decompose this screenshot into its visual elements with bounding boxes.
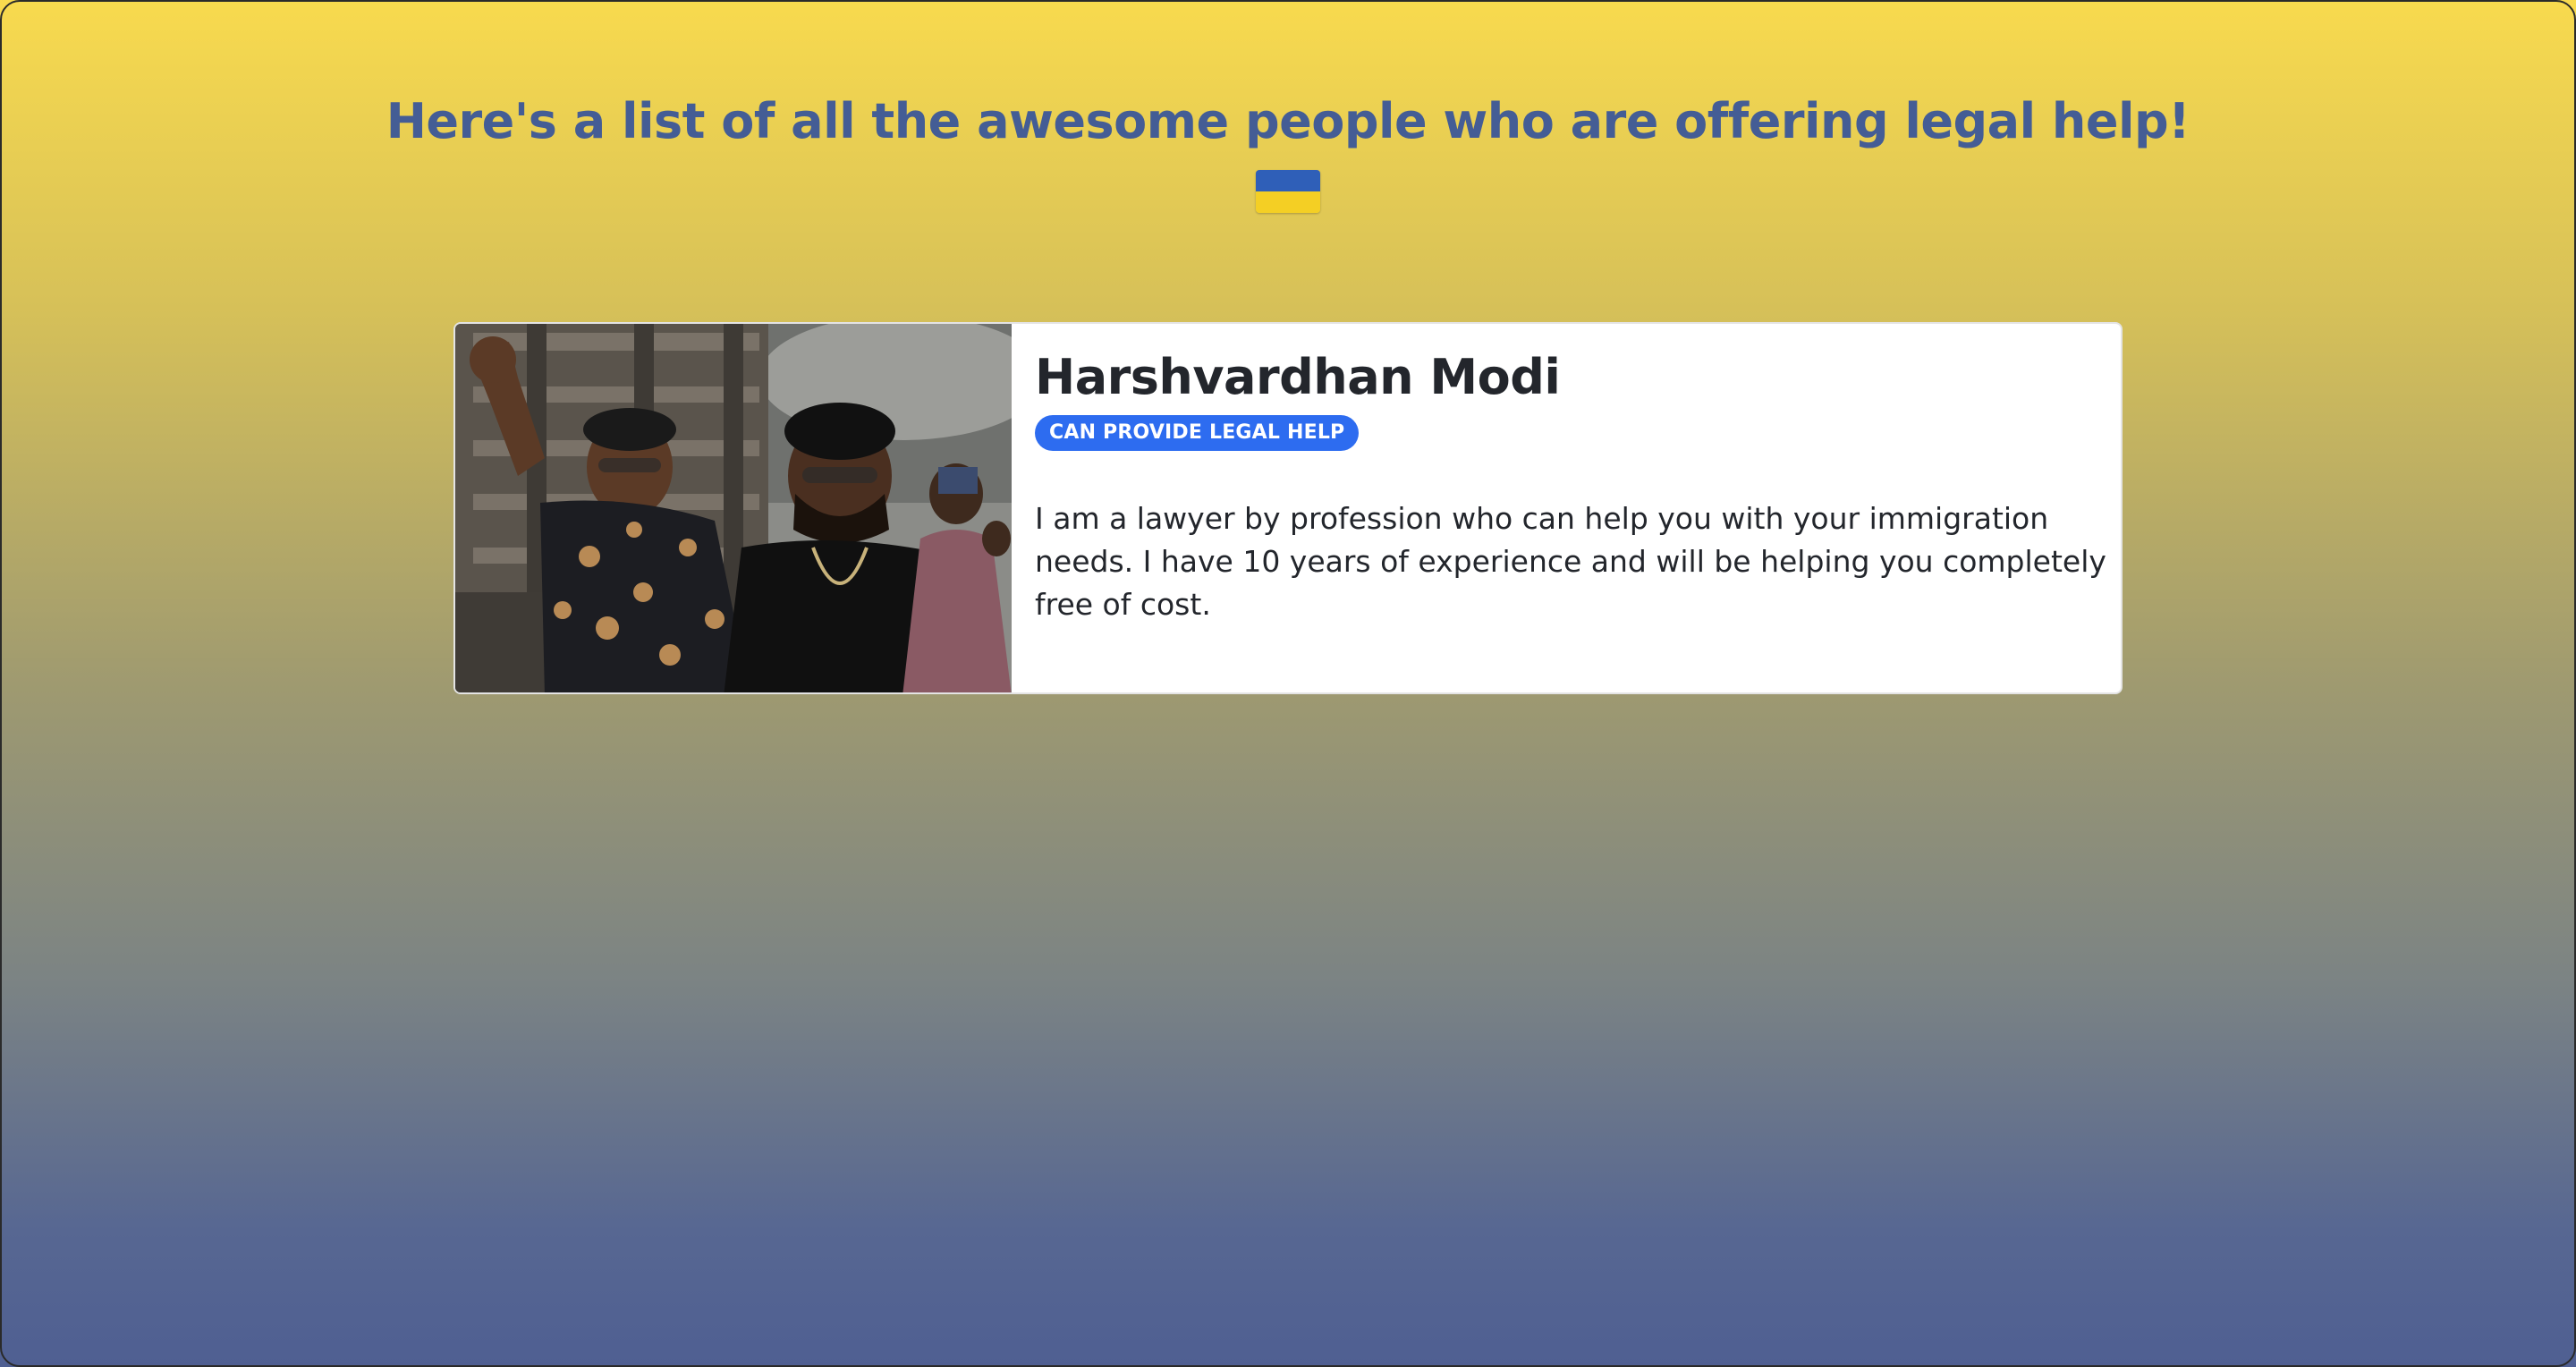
profile-photo-illustration bbox=[455, 324, 1012, 692]
status-badge: CAN PROVIDE LEGAL HELP bbox=[1035, 415, 1360, 451]
ukraine-flag-icon bbox=[1256, 170, 1320, 213]
person-info: Harshvardhan Modi CAN PROVIDE LEGAL HELP… bbox=[1012, 324, 2121, 692]
flag-yellow-stripe bbox=[1256, 191, 1320, 213]
page-title-text: Here's a list of all the awesome people … bbox=[386, 93, 2190, 149]
person-bio: I am a lawyer by profession who can help… bbox=[1035, 501, 2106, 622]
person-name: Harshvardhan Modi bbox=[1035, 349, 1561, 405]
profile-photo bbox=[455, 324, 1012, 692]
page-title: Here's a list of all the awesome people … bbox=[0, 89, 2576, 213]
flag-blue-stripe bbox=[1256, 170, 1320, 191]
person-card[interactable]: Harshvardhan Modi CAN PROVIDE LEGAL HELP… bbox=[453, 322, 2123, 694]
